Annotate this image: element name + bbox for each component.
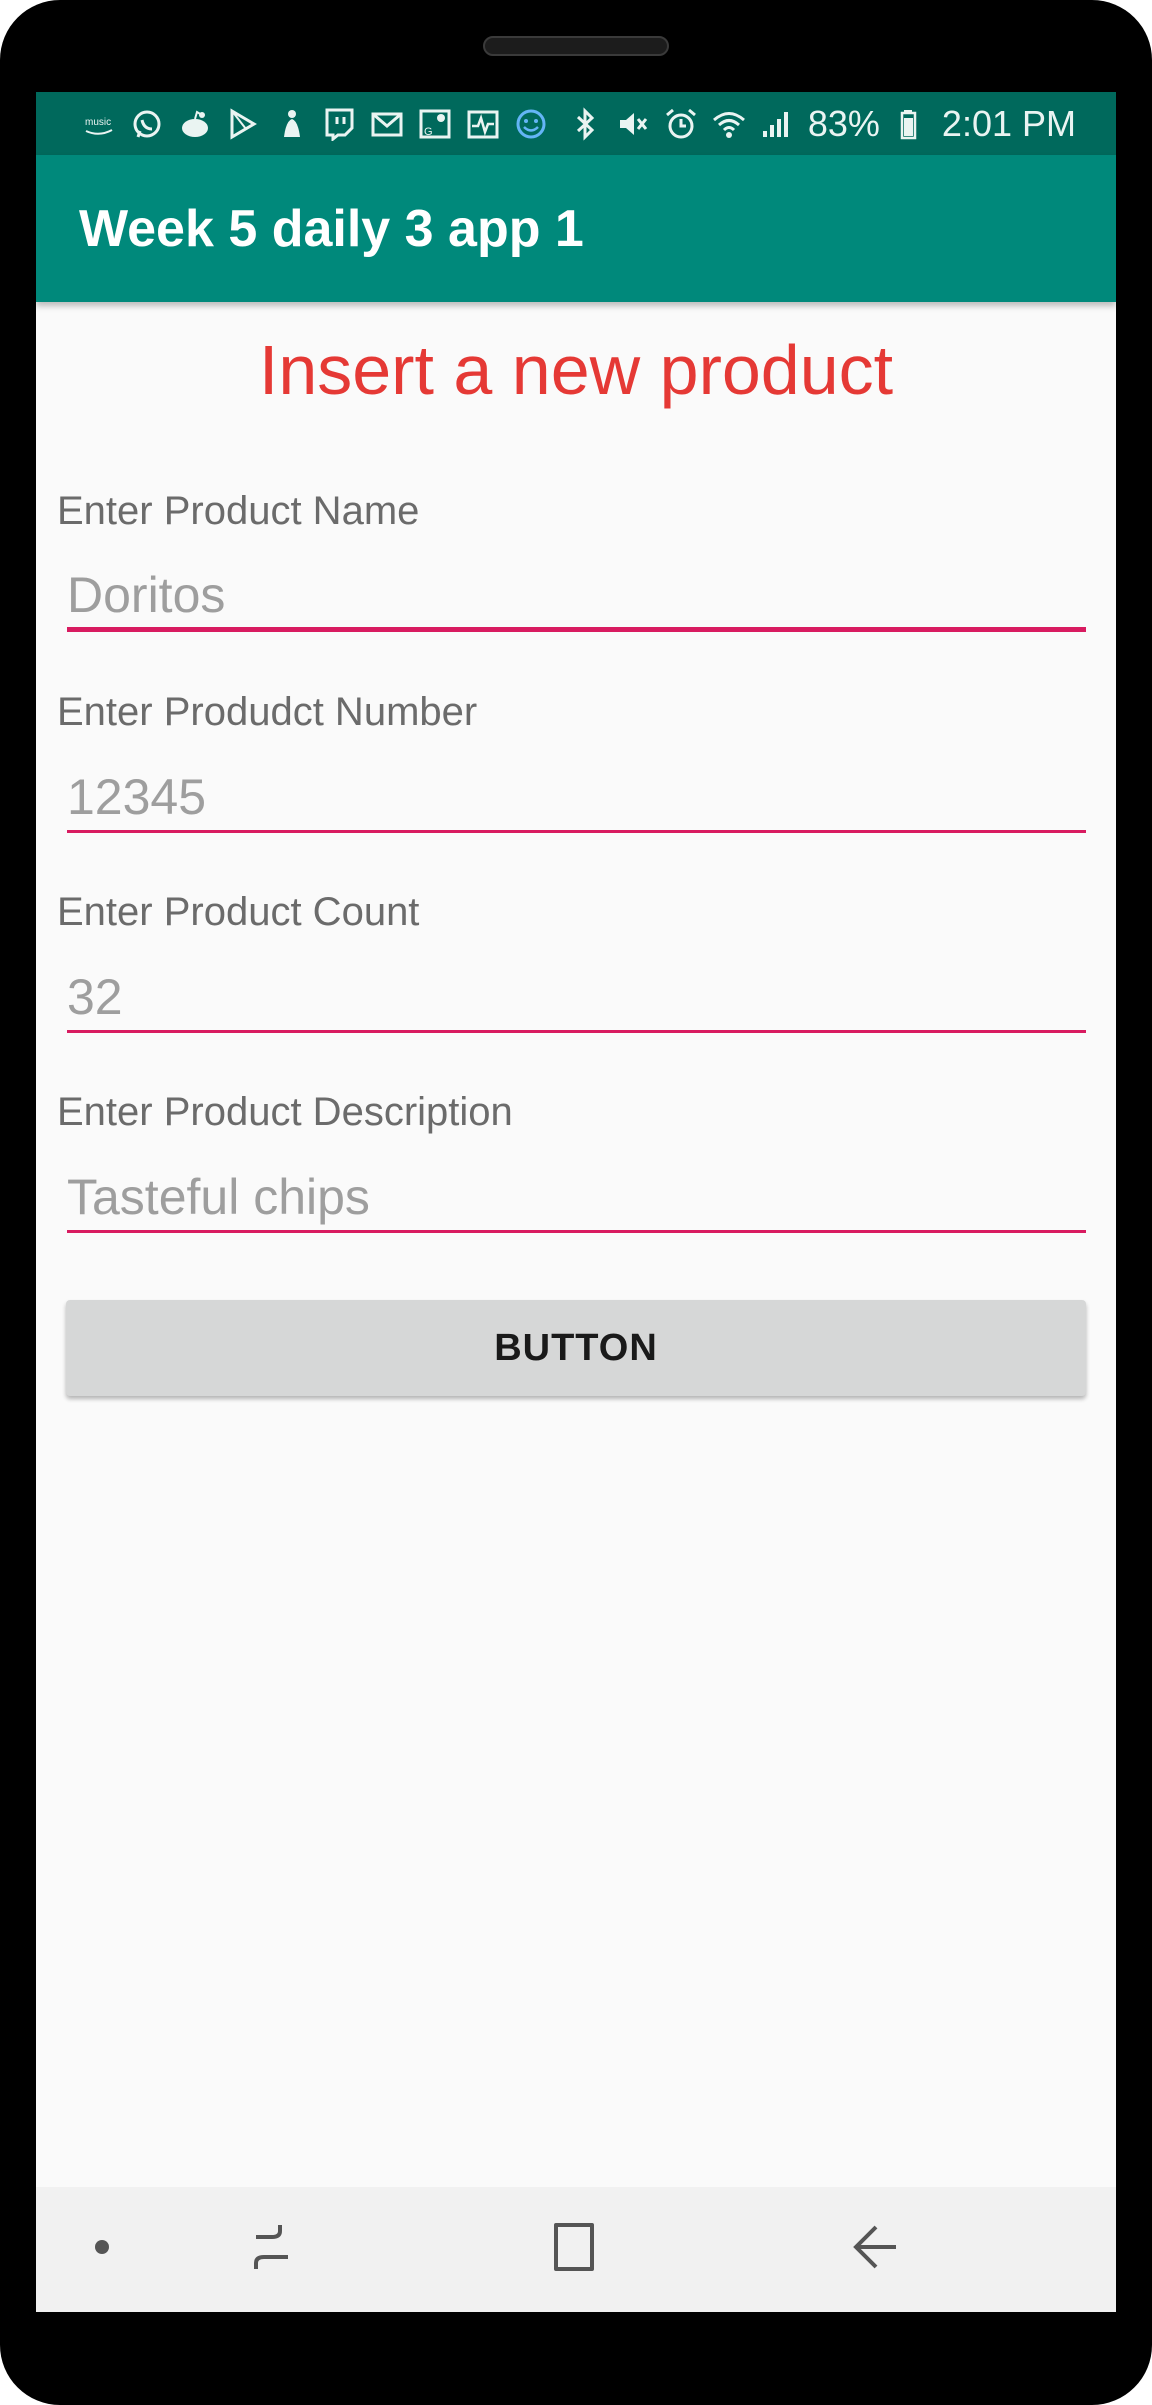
home-icon[interactable] (534, 2207, 614, 2287)
battery-percent: 83% (807, 102, 880, 144)
product-name-label: Enter Product Name (57, 489, 420, 533)
reddit-icon (178, 107, 212, 141)
play-store-icon (226, 107, 260, 141)
svg-text:music: music (85, 117, 111, 128)
app-bar: Week 5 daily 3 app 1 (36, 155, 1116, 302)
product-number-label: Enter Produdct Number (57, 690, 478, 734)
screen: music G 83% 2:01 PM Week 5 daily 3 app 1… (36, 92, 1116, 2312)
speaker-grille (483, 36, 669, 56)
whatsapp-icon (130, 107, 164, 141)
app-title: Week 5 daily 3 app 1 (79, 199, 584, 258)
bluetooth-icon (568, 106, 602, 141)
battery-icon (894, 107, 928, 141)
submit-button[interactable]: BUTTON (66, 1300, 1086, 1396)
notification-icon (274, 107, 308, 141)
mute-icon (616, 107, 650, 141)
product-count-input[interactable] (67, 963, 1086, 1033)
product-description-label: Enter Product Description (57, 1090, 513, 1134)
amazon-music-icon: music (82, 107, 116, 141)
product-description-input[interactable] (67, 1163, 1086, 1233)
phone-frame: music G 83% 2:01 PM Week 5 daily 3 app 1… (0, 0, 1152, 2405)
wifi-icon (712, 107, 746, 141)
svg-text:G: G (424, 126, 433, 138)
product-number-input[interactable] (67, 763, 1086, 833)
product-count-label: Enter Product Count (57, 890, 420, 934)
maps-icon: G (418, 107, 452, 141)
notification-icons: music G (82, 107, 548, 141)
smiley-icon (514, 107, 548, 141)
recents-icon[interactable] (232, 2207, 312, 2287)
alarm-icon (664, 107, 698, 141)
dot-icon (62, 2207, 142, 2287)
system-status: 83% 2:01 PM (568, 103, 1076, 145)
gmail-icon (370, 107, 404, 141)
page-title: Insert a new product (258, 331, 894, 409)
navigation-bar (36, 2187, 1116, 2312)
back-icon[interactable] (836, 2207, 916, 2287)
health-icon (466, 107, 500, 141)
status-bar: music G 83% 2:01 PM (36, 92, 1116, 155)
clock: 2:01 PM (941, 102, 1076, 144)
twitch-icon (322, 107, 356, 141)
signal-icon (760, 107, 794, 141)
product-name-input[interactable] (67, 562, 1086, 632)
